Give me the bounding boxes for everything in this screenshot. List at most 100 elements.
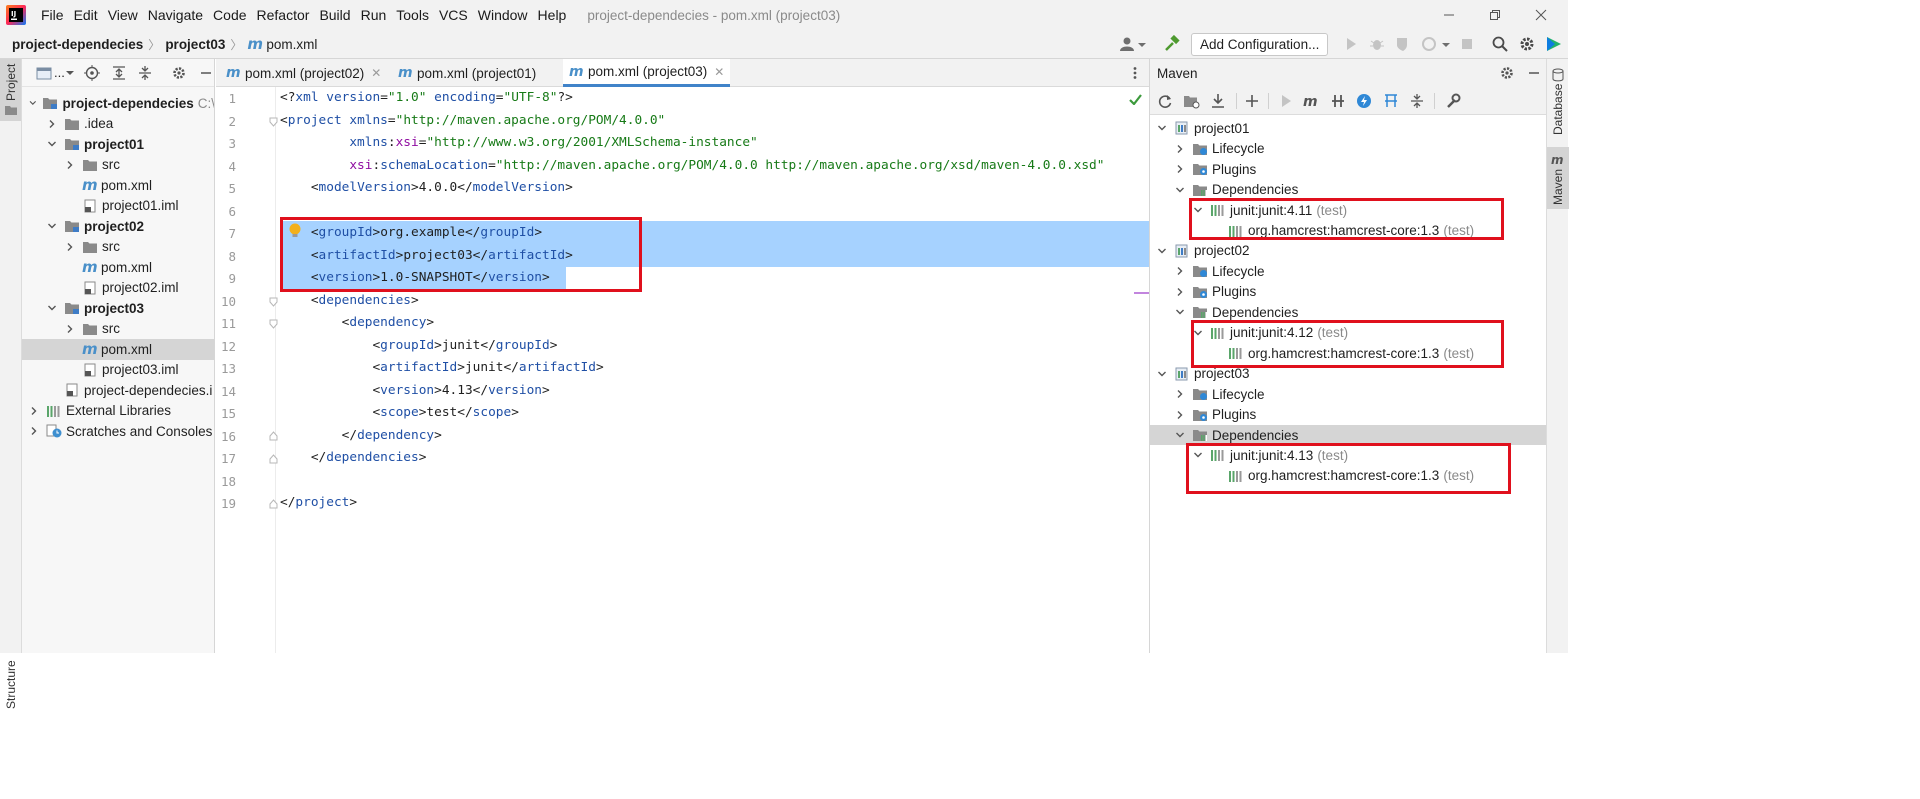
user-icon[interactable] <box>1119 35 1147 53</box>
maven-tool-button[interactable]: m Maven <box>1547 147 1569 209</box>
tree-item[interactable]: project-dependecies.i <box>22 380 214 401</box>
fold-marker-icon[interactable] <box>269 454 278 464</box>
chevron-down-icon[interactable] <box>1156 122 1168 134</box>
menu-build[interactable]: Build <box>314 0 355 30</box>
hide-panel-icon[interactable] <box>1526 65 1542 81</box>
tree-item[interactable]: src <box>22 319 214 340</box>
chevron-right-icon[interactable] <box>1174 143 1186 155</box>
chevron-right-icon[interactable] <box>28 405 40 417</box>
tree-item[interactable]: project-dependecies C:\ <box>22 93 214 114</box>
chevron-right-icon[interactable] <box>1174 409 1186 421</box>
tree-item[interactable]: project03 <box>22 298 214 319</box>
fold-marker-icon[interactable] <box>269 117 278 127</box>
add-configuration-button[interactable]: Add Configuration... <box>1191 33 1329 56</box>
maven-tree-item[interactable]: Plugins <box>1150 404 1547 425</box>
chevron-right-icon[interactable] <box>1174 163 1186 175</box>
chevron-right-icon[interactable] <box>28 425 40 437</box>
settings-gear-icon[interactable] <box>171 65 187 81</box>
menu-help[interactable]: Help <box>533 0 572 30</box>
chevron-down-icon[interactable] <box>1156 368 1168 380</box>
maven-tree-item[interactable]: Dependencies <box>1150 179 1547 200</box>
download-icon[interactable] <box>1210 93 1226 109</box>
chevron-right-icon[interactable] <box>46 118 58 130</box>
settings-gear-icon[interactable] <box>1518 35 1536 53</box>
run-icon[interactable] <box>1278 93 1294 109</box>
plugin-logo-icon[interactable] <box>1545 35 1563 53</box>
tree-item[interactable]: .idea <box>22 114 214 135</box>
chevron-down-icon[interactable] <box>1174 429 1186 441</box>
close-window-button[interactable] <box>1518 0 1564 30</box>
tree-item[interactable]: project02 <box>22 216 214 237</box>
profile-icon[interactable] <box>1420 35 1450 53</box>
close-tab-icon[interactable]: ✕ <box>714 65 724 79</box>
menu-tools[interactable]: Tools <box>391 0 434 30</box>
maven-goal-icon[interactable]: m <box>1303 93 1319 109</box>
project-view-dropdown[interactable]: ... <box>54 65 65 80</box>
tab-pom-project03[interactable]: m pom.xml (project03) ✕ <box>563 59 731 87</box>
menu-code[interactable]: Code <box>208 0 251 30</box>
project-view-icon[interactable] <box>36 66 52 80</box>
expand-all-icon[interactable] <box>111 65 127 81</box>
fold-marker-icon[interactable] <box>269 297 278 307</box>
skip-tests-icon[interactable] <box>1356 93 1372 109</box>
fold-marker-icon[interactable] <box>269 431 278 441</box>
tree-item[interactable]: Scratches and Consoles <box>22 421 214 442</box>
maven-tree-item[interactable]: project01 <box>1150 118 1547 139</box>
minimize-button[interactable] <box>1426 0 1472 30</box>
chevron-right-icon[interactable] <box>1174 286 1186 298</box>
fold-marker-icon[interactable] <box>269 319 278 329</box>
tree-item[interactable]: src <box>22 155 214 176</box>
menu-navigate[interactable]: Navigate <box>143 0 208 30</box>
menu-vcs[interactable]: VCS <box>434 0 473 30</box>
chevron-right-icon[interactable] <box>1174 265 1186 277</box>
maven-tree-item[interactable]: Lifecycle <box>1150 261 1547 282</box>
menu-run[interactable]: Run <box>356 0 392 30</box>
settings-gear-icon[interactable] <box>1499 65 1515 81</box>
chevron-right-icon[interactable] <box>1174 388 1186 400</box>
menu-file[interactable]: File <box>36 0 69 30</box>
breadcrumb-project[interactable]: project-dependecies <box>12 37 143 52</box>
chevron-down-icon[interactable] <box>1156 245 1168 257</box>
breadcrumb-file[interactable]: pom.xml <box>266 37 317 52</box>
inspection-ok-icon[interactable] <box>1129 94 1142 105</box>
run-icon[interactable] <box>1342 35 1360 53</box>
tree-item[interactable]: project03.iml <box>22 360 214 381</box>
chevron-down-icon[interactable] <box>1174 184 1186 196</box>
maven-tree-item[interactable]: Lifecycle <box>1150 384 1547 405</box>
chevron-down-icon[interactable] <box>1174 306 1186 318</box>
fold-marker-icon[interactable] <box>269 499 278 509</box>
structure-stripe-label[interactable]: Structure <box>4 660 18 709</box>
collapse-all-icon[interactable] <box>137 65 153 81</box>
maven-tree-item[interactable]: Plugins <box>1150 282 1547 303</box>
maven-tree-item[interactable]: project02 <box>1150 241 1547 262</box>
debug-icon[interactable] <box>1368 35 1386 53</box>
search-icon[interactable] <box>1491 35 1509 53</box>
coverage-icon[interactable] <box>1394 35 1412 53</box>
chevron-right-icon[interactable] <box>64 159 76 171</box>
tree-item[interactable]: project01 <box>22 134 214 155</box>
chevron-right-icon[interactable] <box>64 241 76 253</box>
reload-icon[interactable] <box>1157 93 1173 109</box>
tree-item[interactable]: m pom.xml <box>22 257 214 278</box>
maven-tree-item[interactable]: Lifecycle <box>1150 138 1547 159</box>
tab-pom-project01[interactable]: m pom.xml (project01) <box>392 59 542 87</box>
menu-refactor[interactable]: Refactor <box>252 0 315 30</box>
tab-pom-project02[interactable]: m pom.xml (project02) ✕ <box>220 59 387 87</box>
menu-edit[interactable]: Edit <box>69 0 103 30</box>
hide-panel-icon[interactable] <box>198 65 214 81</box>
tree-item[interactable]: m pom.xml <box>22 175 214 196</box>
close-tab-icon[interactable]: ✕ <box>371 66 381 80</box>
locate-target-icon[interactable] <box>84 65 100 81</box>
stop-icon[interactable] <box>1458 35 1476 53</box>
maven-tree-item[interactable]: Plugins <box>1150 159 1547 180</box>
toggle-offline-icon[interactable] <box>1330 93 1346 109</box>
show-dependencies-icon[interactable] <box>1383 93 1399 109</box>
tree-item[interactable]: m pom.xml <box>22 339 214 360</box>
chevron-down-icon[interactable] <box>46 302 58 314</box>
project-tool-button[interactable]: Project <box>0 59 21 121</box>
tree-item[interactable]: project02.iml <box>22 278 214 299</box>
add-icon[interactable] <box>1244 93 1260 109</box>
build-hammer-icon[interactable] <box>1163 35 1181 53</box>
chevron-down-icon[interactable] <box>28 97 38 109</box>
wrench-icon[interactable] <box>1445 93 1461 109</box>
